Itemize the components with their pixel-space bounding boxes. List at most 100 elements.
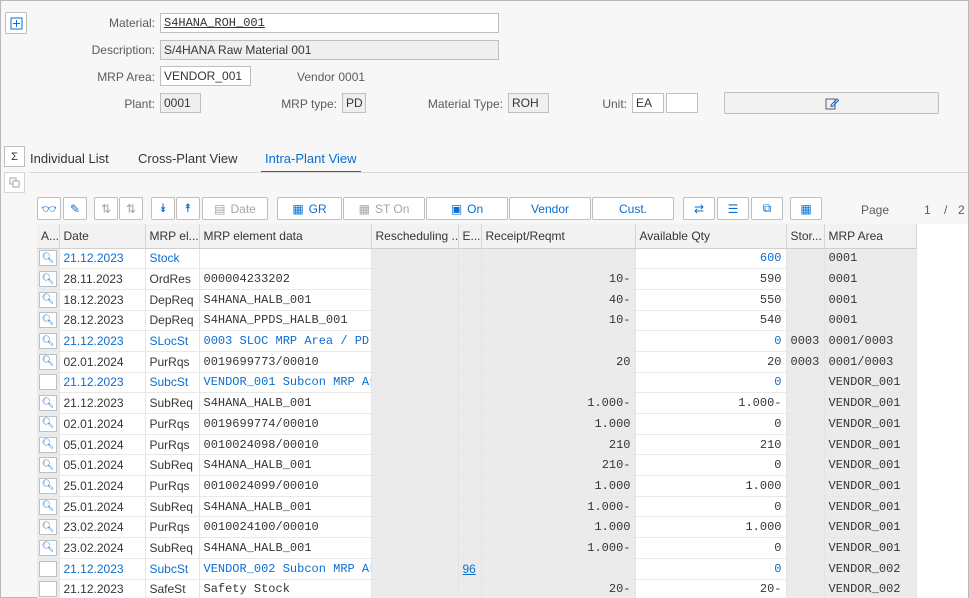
table-row[interactable]: 🔍︎ 25.01.2024 PurRqs 0010024099/00010 1.000 1… (37, 475, 917, 497)
table-row[interactable]: 21.12.2023SubcStVENDOR_001 Subcon MRP Ar… (37, 372, 917, 394)
table-row[interactable]: 🔍︎ 25.01.2024 SubReq S4HANA_HALB_001 1.000- 0… (37, 496, 917, 518)
edit-header-button[interactable] (724, 92, 939, 114)
transfer-button[interactable]: ⇄ (683, 197, 715, 220)
exception-cell (458, 579, 482, 598)
zoom-icon[interactable]: 🔍︎ (39, 333, 57, 350)
expand-header-button[interactable] (5, 12, 27, 34)
column-header[interactable]: Receipt/Reqmt (481, 224, 636, 249)
mrp-element-data-cell: Safety Stock (199, 579, 372, 598)
row-select-box[interactable] (39, 374, 57, 391)
calendar-icon: ▤ (214, 201, 226, 216)
material-field[interactable]: S4HANA_ROH_001 (160, 13, 499, 33)
row-action-cell (37, 579, 60, 598)
zoom-icon[interactable]: 🔍︎ (39, 291, 57, 308)
receipt-reqmt-cell: 1.000 (481, 413, 636, 435)
plant-field: 0001 (160, 93, 201, 113)
zoom-icon[interactable]: 🔍︎ (39, 250, 57, 267)
row-select-box[interactable] (39, 560, 57, 577)
cust-button[interactable]: Cust. (592, 197, 674, 220)
table-row[interactable]: 🔍︎ 02.01.2024 PurRqs 0019699774/00010 1.000 0… (37, 413, 917, 435)
unit-field[interactable]: EA (632, 93, 664, 113)
on-button[interactable]: ▣ On (426, 197, 508, 220)
storage-location-cell (786, 310, 825, 332)
table-row[interactable]: 🔍︎ 02.01.2024 PurRqs 0019699773/00010 20 20 00… (37, 351, 917, 373)
sort-descending-icon: ⇅ (125, 201, 137, 216)
mrp-element-cell: SLocSt (145, 330, 200, 352)
storage-location-cell (786, 392, 825, 414)
rescheduling-cell (371, 475, 459, 497)
tab-individual-list[interactable]: Individual List (30, 151, 109, 166)
column-header[interactable]: MRP el... (145, 224, 200, 249)
table-row[interactable]: 🔍︎ 18.12.2023 DepReq S4HANA_HALB_001 40- 550 0… (37, 289, 917, 311)
zoom-icon[interactable]: 🔍︎ (39, 395, 57, 412)
sort-descending-button[interactable]: ⇅ (119, 197, 143, 220)
gr-button[interactable]: ▦ GR (277, 197, 342, 220)
receipt-reqmt-cell: 20 (481, 351, 636, 373)
description-field: S/4HANA Raw Material 001 (160, 40, 499, 60)
table-row[interactable]: 🔍︎ 05.01.2024 PurRqs 0010024098/00010 210 210… (37, 434, 917, 456)
column-header[interactable]: MRP Area (824, 224, 917, 249)
date-button[interactable]: ▤ Date (202, 197, 268, 220)
available-qty-cell: 0 (635, 330, 787, 352)
column-header[interactable]: Available Qty (635, 224, 787, 249)
exception-cell[interactable]: 96 (458, 558, 482, 580)
sort-ascending-button[interactable]: ⇅ (94, 197, 118, 220)
table-row[interactable]: 🔍︎ 23.02.2024 SubReq S4HANA_HALB_001 1.000- 0… (37, 537, 917, 559)
table-row[interactable]: 🔍︎ 23.02.2024 PurRqs 0010024100/00010 1.000 1… (37, 516, 917, 539)
available-qty-cell: 1.000 (635, 516, 787, 539)
column-header[interactable]: Date (59, 224, 146, 249)
column-header[interactable]: MRP element data (199, 224, 372, 249)
zoom-icon[interactable]: 🔍︎ (39, 436, 57, 453)
column-header[interactable]: A... (37, 224, 60, 249)
zoom-icon[interactable]: 🔍︎ (39, 498, 57, 515)
page-separator: / (944, 203, 948, 217)
table-row[interactable]: 🔍︎ 28.11.2023 OrdRes 000004233202 10- 590 0001 (37, 268, 917, 290)
table-row[interactable]: 21.12.2023 SafeSt Safety Stock 20- 20- VENDOR… (37, 579, 917, 598)
mrp-element-data-cell: S4HANA_HALB_001 (199, 537, 372, 559)
zoom-icon[interactable]: 🔍︎ (39, 353, 57, 370)
rescheduling-cell (371, 330, 459, 352)
tab-cross-plant-view[interactable]: Cross-Plant View (138, 151, 237, 166)
edit-button[interactable]: ✎ (63, 197, 87, 220)
layout-button[interactable]: ▦ (790, 197, 822, 220)
storage-location-cell (786, 496, 825, 518)
vendor-button[interactable]: Vendor (509, 197, 591, 220)
rescheduling-cell (371, 372, 459, 394)
column-header[interactable]: E... (458, 224, 482, 249)
row-action-cell: 🔍︎ (37, 289, 60, 311)
available-qty-cell: 550 (635, 289, 787, 311)
table-row[interactable]: 🔍︎ 21.12.2023 Stock 600 0001 (37, 248, 917, 270)
table-row[interactable]: 🔍︎ 05.01.2024 SubReq S4HANA_HALB_001 210- 0 VE… (37, 454, 917, 477)
collapse-all-button[interactable]: ⯭ (176, 197, 200, 220)
row-action-cell: 🔍︎ (37, 351, 60, 373)
zoom-icon[interactable]: 🔍︎ (39, 457, 57, 474)
zoom-icon[interactable]: 🔍︎ (39, 477, 57, 494)
table-row[interactable]: 🔍︎ 28.12.2023 DepReq S4HANA_PPDS_HALB_001 10… (37, 310, 917, 332)
table-row[interactable]: 🔍︎ 21.12.2023 SLocSt 0003 SLOC MRP Area / P… (37, 330, 917, 352)
column-header[interactable]: Stor... (786, 224, 825, 249)
list-button[interactable]: ☰ (717, 197, 749, 220)
unit-extra-field[interactable] (666, 93, 698, 113)
mrp-area-cell: 0001 (824, 310, 917, 332)
row-action-cell (37, 558, 60, 580)
on-button-label: On (467, 201, 484, 216)
tab-intra-plant-view[interactable]: Intra-Plant View (265, 151, 357, 166)
exception-link[interactable]: 96 (463, 562, 476, 576)
unit-label: Unit: (602, 97, 627, 111)
st-on-button[interactable]: ▦ ST On (343, 197, 425, 220)
table-row[interactable]: 21.12.2023SubcStVENDOR_002 Subcon MRP Ar… (37, 558, 917, 580)
copy-button[interactable] (4, 172, 25, 193)
details-button[interactable]: 👓︎ (37, 197, 61, 220)
mrp-area-field[interactable]: VENDOR_001 (160, 66, 251, 86)
expand-all-button[interactable]: ⯯ (151, 197, 175, 220)
zoom-icon[interactable]: 🔍︎ (39, 539, 57, 556)
mrp-area-cell: VENDOR_001 (824, 392, 917, 414)
windows-button[interactable]: ⧉ (751, 197, 783, 220)
zoom-icon[interactable]: 🔍︎ (39, 519, 57, 536)
zoom-icon[interactable]: 🔍︎ (39, 312, 57, 329)
column-header[interactable]: Rescheduling ... (371, 224, 459, 249)
row-select-box[interactable] (39, 581, 57, 598)
zoom-icon[interactable]: 🔍︎ (39, 271, 57, 288)
table-row[interactable]: 🔍︎ 21.12.2023 SubReq S4HANA_HALB_001 1.000- 1… (37, 392, 917, 414)
zoom-icon[interactable]: 🔍︎ (39, 415, 57, 432)
